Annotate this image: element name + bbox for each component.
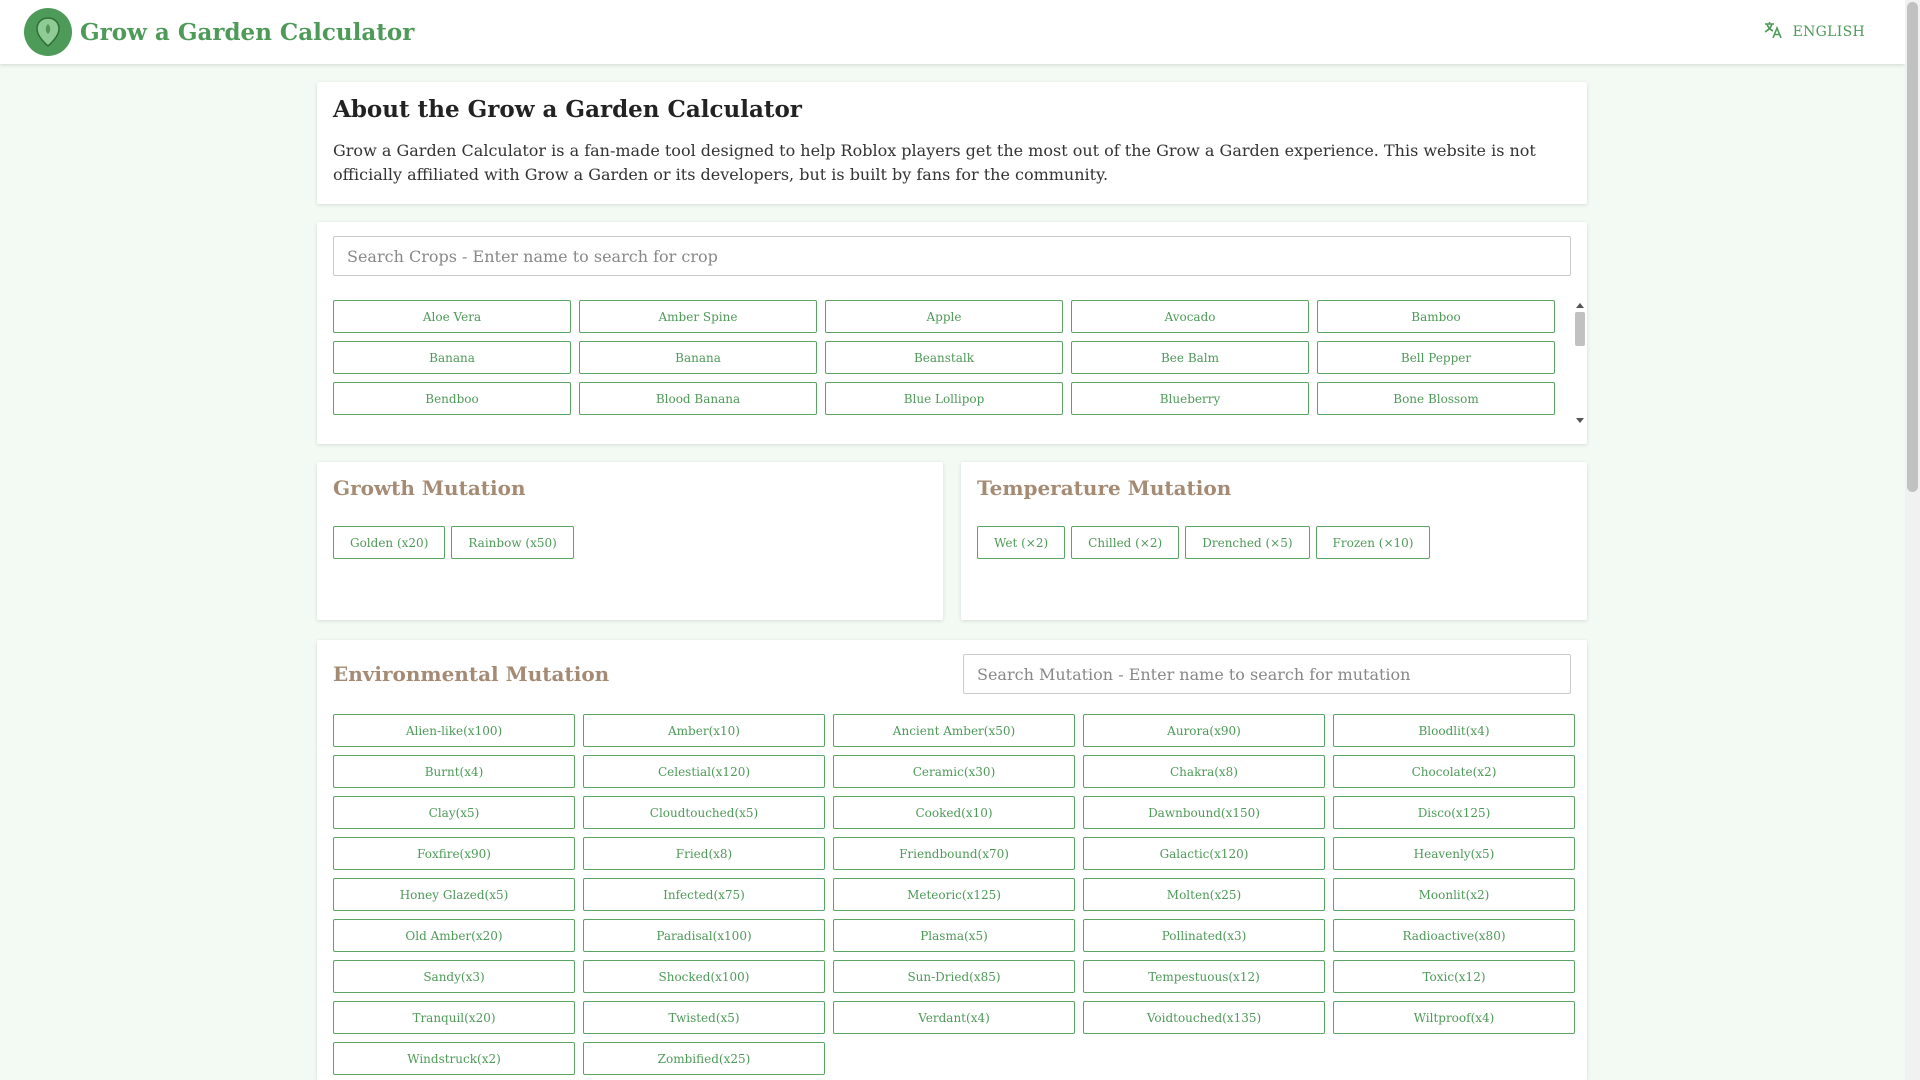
language-selector[interactable]: ENGLISH [1763,20,1865,44]
environmental-mutation-button[interactable]: Honey Glazed(x5) [333,878,575,911]
environmental-mutation-button[interactable]: Meteoric(x125) [833,878,1075,911]
map-pin-icon[interactable] [24,8,72,56]
environmental-mutation-button[interactable]: Heavenly(x5) [1333,837,1575,870]
temperature-mutation-button[interactable]: Frozen (×10) [1315,526,1431,559]
crop-list-scrollbar-thumb[interactable] [1575,312,1585,346]
page-scrollbar[interactable] [1905,0,1920,1080]
temperature-mutation-card: Temperature Mutation Wet (×2) Chilled (×2… [961,462,1587,620]
growth-mutation-list: Golden (x20) Rainbow (x50) [333,526,927,559]
environmental-mutation-button[interactable]: Friendbound(x70) [833,837,1075,870]
environmental-mutation-button[interactable]: Burnt(x4) [333,755,575,788]
crop-button[interactable]: Amber Spine [579,300,817,333]
environmental-mutation-button[interactable]: Celestial(x120) [583,755,825,788]
translate-icon [1763,20,1783,44]
temperature-mutation-list: Wet (×2) Chilled (×2) Drenched (×5) Frozen … [977,526,1571,559]
environmental-mutation-button[interactable]: Alien-like(x100) [333,714,575,747]
environmental-mutation-button[interactable]: Aurora(x90) [1083,714,1325,747]
environmental-mutation-button[interactable]: Plasma(x5) [833,919,1075,952]
environmental-mutation-button[interactable]: Old Amber(x20) [333,919,575,952]
environmental-mutation-button[interactable]: Galactic(x120) [1083,837,1325,870]
growth-mutation-button[interactable]: Rainbow (x50) [451,526,574,559]
environmental-mutation-button[interactable]: Infected(x75) [583,878,825,911]
crop-button[interactable]: Banana [333,341,571,374]
temperature-mutation-button[interactable]: Chilled (×2) [1071,526,1180,559]
crop-button[interactable]: Aloe Vera [333,300,571,333]
temperature-mutation-title: Temperature Mutation [977,476,1232,500]
environmental-mutation-button[interactable]: Toxic(x12) [1333,960,1575,993]
environmental-mutation-title: Environmental Mutation [333,662,610,686]
environmental-mutation-button[interactable]: Paradisal(x100) [583,919,825,952]
environmental-mutation-button[interactable]: Disco(x125) [1333,796,1575,829]
environmental-mutation-button[interactable]: Twisted(x5) [583,1001,825,1034]
crop-button[interactable]: Bone Blossom [1317,382,1555,415]
about-text: Grow a Garden Calculator is a fan-made t… [333,141,1536,184]
environmental-mutation-grid: Alien-like(x100) Amber(x10) Ancient Amber(… [333,714,1575,1075]
crop-button[interactable]: Banana [579,341,817,374]
environmental-mutation-header: Environmental Mutation [333,654,1571,694]
environmental-mutation-button[interactable]: Moonlit(x2) [1333,878,1575,911]
crop-list[interactable]: Aloe Vera Amber Spine Apple Avocado Bamboo Ba… [333,300,1587,426]
environmental-mutation-button[interactable]: Ceramic(x30) [833,755,1075,788]
environmental-mutation-card: Environmental Mutation Alien-like(x100)A… [317,640,1587,1080]
crops-card: Aloe VeraAmber SpineAppleAvocadoBamboo Ba… [317,222,1587,444]
environmental-mutation-button[interactable]: Wiltproof(x4) [1333,1001,1575,1034]
crop-button[interactable]: Apple [825,300,1063,333]
crop-button[interactable]: Avocado [1071,300,1309,333]
crop-search-input[interactable] [333,236,1571,276]
app-bar: Grow a Garden Calculator ENGLISH [0,0,1905,64]
temperature-mutation-button[interactable]: Drenched (×5) [1185,526,1310,559]
about-card: About the Grow a Garden Calculator Grow … [317,82,1587,204]
site-title[interactable]: Grow a Garden Calculator [80,19,414,46]
crop-button[interactable]: Bamboo [1317,300,1555,333]
crop-button[interactable]: Blueberry [1071,382,1309,415]
mutation-search-input[interactable] [963,654,1571,694]
scroll-down-arrow-icon[interactable] [1576,418,1584,423]
environmental-mutation-button[interactable]: Chakra(x8) [1083,755,1325,788]
growth-mutation-button[interactable]: Golden (x20) [333,526,446,559]
crop-button[interactable]: Bell Pepper [1317,341,1555,374]
environmental-mutation-button[interactable]: Foxfire(x90) [333,837,575,870]
language-label: ENGLISH [1792,24,1865,40]
environmental-mutation-button[interactable]: Radioactive(x80) [1333,919,1575,952]
environmental-mutation-button[interactable]: Zombified(x25) [583,1042,825,1075]
environmental-mutation-button[interactable]: Ancient Amber(x50) [833,714,1075,747]
crop-button[interactable]: Blue Lollipop [825,382,1063,415]
environmental-mutation-button[interactable]: Bloodlit(x4) [1333,714,1575,747]
environmental-mutation-button[interactable]: Tempestuous(x12) [1083,960,1325,993]
environmental-mutation-button[interactable]: Cloudtouched(x5) [583,796,825,829]
temperature-mutation-button[interactable]: Wet (×2) [977,526,1066,559]
environmental-mutation-button[interactable]: Cooked(x10) [833,796,1075,829]
environmental-mutation-button[interactable]: Clay(x5) [333,796,575,829]
environmental-mutation-button[interactable]: Pollinated(x3) [1083,919,1325,952]
environmental-mutation-button[interactable]: Shocked(x100) [583,960,825,993]
environmental-mutation-button[interactable]: Sandy(x3) [333,960,575,993]
environmental-mutation-button[interactable]: Verdant(x4) [833,1001,1075,1034]
environmental-mutation-button[interactable]: Chocolate(x2) [1333,755,1575,788]
environmental-mutation-button[interactable]: Dawnbound(x150) [1083,796,1325,829]
environmental-mutation-button[interactable]: Amber(x10) [583,714,825,747]
crop-button[interactable]: Beanstalk [825,341,1063,374]
page-scrollbar-thumb[interactable] [1907,2,1918,492]
environmental-mutation-button[interactable]: Molten(x25) [1083,878,1325,911]
environmental-mutation-button[interactable]: Voidtouched(x135) [1083,1001,1325,1034]
growth-mutation-card: Growth Mutation Golden (x20) Rainbow (x50… [317,462,943,620]
growth-mutation-title: Growth Mutation [333,476,526,500]
crop-button[interactable]: Bee Balm [1071,341,1309,374]
scroll-up-arrow-icon[interactable] [1576,303,1584,308]
about-title: About the Grow a Garden Calculator [333,96,802,123]
crop-button[interactable]: Blood Banana [579,382,817,415]
environmental-mutation-button[interactable]: Windstruck(x2) [333,1042,575,1075]
environmental-mutation-button[interactable]: Fried(x8) [583,837,825,870]
environmental-mutation-button[interactable]: Sun-Dried(x85) [833,960,1075,993]
environmental-mutation-button[interactable]: Tranquil(x20) [333,1001,575,1034]
crop-button[interactable]: Bendboo [333,382,571,415]
crop-list-scrollbar[interactable] [1573,300,1587,426]
crop-grid: Aloe Vera Amber Spine Apple Avocado Bamboo Ba… [333,300,1587,415]
